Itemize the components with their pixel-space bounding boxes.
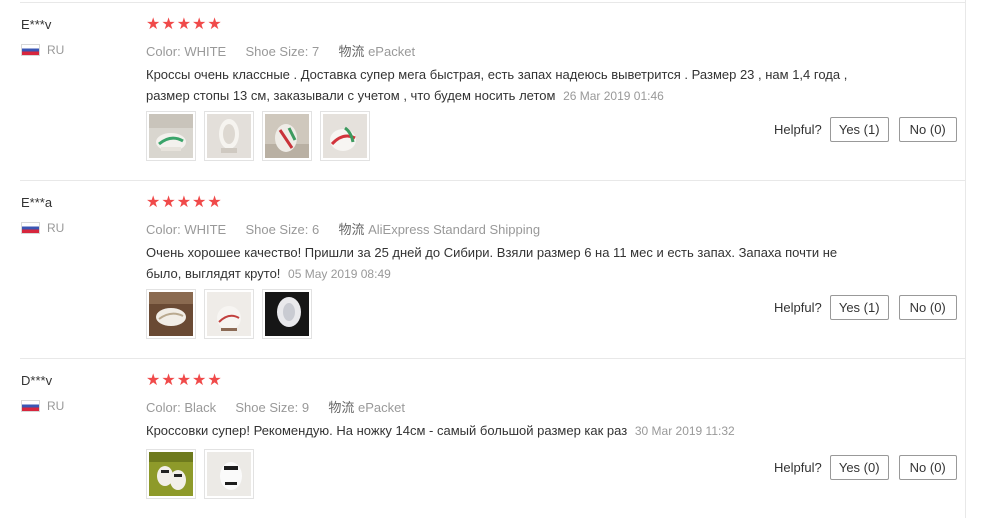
star-icon: ★ xyxy=(161,16,176,33)
review-photo-thumbnail[interactable] xyxy=(262,289,312,339)
review-photos xyxy=(146,289,312,339)
reviewer-country: RU xyxy=(21,399,64,413)
shipping-value: AliExpress Standard Shipping xyxy=(368,222,541,237)
review-divider xyxy=(20,358,965,359)
star-icon: ★ xyxy=(176,372,192,389)
country-code: RU xyxy=(47,399,65,413)
russia-flag-icon xyxy=(21,44,40,56)
star-icon: ★ xyxy=(146,16,161,33)
shipping-label: 物流 xyxy=(338,222,365,237)
helpful-label: Helpful? xyxy=(774,460,822,475)
right-border xyxy=(965,0,966,518)
review-photo-thumbnail[interactable] xyxy=(204,449,254,499)
size-label: Shoe Size: xyxy=(245,222,309,237)
size-value: 9 xyxy=(301,400,310,415)
star-icon: ★ xyxy=(192,16,207,33)
helpful-no-button[interactable]: No (0) xyxy=(898,455,957,480)
reviewer-name: D***v xyxy=(21,373,53,388)
review-date: 26 Mar 2019 01:46 xyxy=(563,89,664,103)
color-label: Color: xyxy=(146,222,181,237)
color-value: WHITE xyxy=(184,44,227,59)
color-value: Black xyxy=(184,400,217,415)
review-text: Кроссы очень классные . Доставка супер м… xyxy=(146,67,848,103)
size-value: 7 xyxy=(311,44,320,59)
color-label: Color: xyxy=(146,44,181,59)
review-date: 30 Mar 2019 11:32 xyxy=(634,424,735,438)
review-photo-thumbnail[interactable] xyxy=(320,111,370,161)
helpful-vote: Helpful? Yes (1) No (0) xyxy=(774,117,967,142)
helpful-yes-button[interactable]: Yes (0) xyxy=(829,455,889,480)
star-icon: ★ xyxy=(207,372,222,389)
color-label: Color: xyxy=(146,400,181,415)
star-icon: ★ xyxy=(146,372,161,389)
review-photo-thumbnail[interactable] xyxy=(146,111,196,161)
country-code: RU xyxy=(47,221,65,235)
helpful-yes-button[interactable]: Yes (1) xyxy=(829,295,889,320)
review-photo-thumbnail[interactable] xyxy=(204,289,254,339)
review-photo-thumbnail[interactable] xyxy=(146,289,196,339)
order-attributes: Color: WHITE Shoe Size: 7 物流 ePacket xyxy=(146,41,415,60)
size-label: Shoe Size: xyxy=(235,400,299,415)
reviewer-name: E***v xyxy=(21,17,52,32)
size-label: Shoe Size: xyxy=(245,44,309,59)
review-text: Очень хорошее качество! Пришли за 25 дне… xyxy=(146,245,838,281)
helpful-yes-button[interactable]: Yes (1) xyxy=(829,117,889,142)
russia-flag-icon xyxy=(21,222,40,234)
size-value: 6 xyxy=(311,222,320,237)
review-body: Кроссовки супер! Рекомендую. На ножку 14… xyxy=(146,420,866,442)
star-icon: ★ xyxy=(207,194,222,211)
review-photo-thumbnail[interactable] xyxy=(262,111,312,161)
order-attributes: Color: Black Shoe Size: 9 物流 ePacket xyxy=(146,397,405,416)
review-body: Кроссы очень классные . Доставка супер м… xyxy=(146,64,866,107)
review-text: Кроссовки супер! Рекомендую. На ножку 14… xyxy=(146,423,628,438)
review-photos xyxy=(146,111,370,161)
shipping-value: ePacket xyxy=(357,400,405,415)
shipping-label: 物流 xyxy=(328,400,355,415)
russia-flag-icon xyxy=(21,400,40,412)
helpful-label: Helpful? xyxy=(774,300,822,315)
country-code: RU xyxy=(47,43,65,57)
review-photos xyxy=(146,449,254,499)
reviewer-name: E***a xyxy=(21,195,53,210)
star-icon: ★ xyxy=(161,194,176,211)
review-divider xyxy=(20,180,965,181)
star-icon: ★ xyxy=(146,194,161,211)
review-photo-thumbnail[interactable] xyxy=(146,449,196,499)
star-rating: ★ ★ ★ ★ ★ xyxy=(146,17,222,33)
helpful-vote: Helpful? Yes (0) No (0) xyxy=(774,455,967,480)
star-icon: ★ xyxy=(207,16,222,33)
review-date: 05 May 2019 08:49 xyxy=(288,267,391,281)
shipping-label: 物流 xyxy=(338,44,365,59)
helpful-label: Helpful? xyxy=(774,122,822,137)
helpful-vote: Helpful? Yes (1) No (0) xyxy=(774,295,967,320)
reviewer-country: RU xyxy=(21,221,64,235)
top-divider xyxy=(20,2,965,3)
color-value: WHITE xyxy=(184,222,227,237)
reviewer-country: RU xyxy=(21,43,64,57)
review-body: Очень хорошее качество! Пришли за 25 дне… xyxy=(146,242,866,285)
star-rating: ★ ★ ★ ★ ★ xyxy=(146,195,222,211)
star-rating: ★ ★ ★ ★ ★ xyxy=(146,373,222,389)
review-photo-thumbnail[interactable] xyxy=(204,111,254,161)
order-attributes: Color: WHITE Shoe Size: 6 物流 AliExpress … xyxy=(146,219,540,238)
helpful-no-button[interactable]: No (0) xyxy=(898,295,957,320)
star-icon: ★ xyxy=(192,372,207,389)
star-icon: ★ xyxy=(161,372,176,389)
star-icon: ★ xyxy=(192,194,207,211)
star-icon: ★ xyxy=(176,16,192,33)
shipping-value: ePacket xyxy=(368,44,416,59)
helpful-no-button[interactable]: No (0) xyxy=(898,117,957,142)
star-icon: ★ xyxy=(176,194,192,211)
